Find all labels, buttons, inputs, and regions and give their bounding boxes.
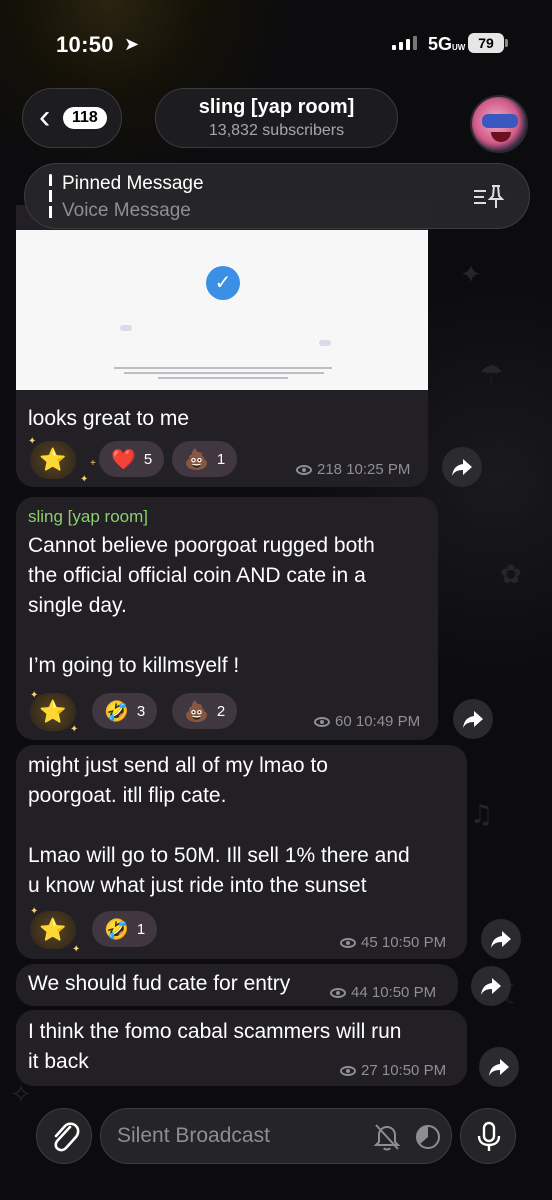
location-arrow-icon: ➤ bbox=[124, 34, 140, 54]
pinned-title: Pinned Message bbox=[62, 173, 204, 194]
message-text: Cannot believe poorgoat rugged both the … bbox=[28, 534, 375, 677]
reaction-rofl[interactable]: 🤣 1 bbox=[92, 911, 158, 947]
bell-off-icon[interactable] bbox=[373, 1122, 401, 1152]
image-dot bbox=[319, 340, 331, 346]
image-text-line bbox=[114, 367, 332, 369]
views-eye-icon bbox=[340, 1066, 356, 1076]
message-meta: 45 10:50 PM bbox=[340, 934, 446, 951]
share-button[interactable] bbox=[471, 966, 511, 1006]
unread-count-badge: 118 bbox=[63, 107, 107, 129]
message-meta: 218 10:25 PM bbox=[296, 461, 410, 478]
sparkle-icon: ✦ bbox=[72, 944, 81, 955]
attach-button[interactable] bbox=[36, 1108, 92, 1164]
share-arrow-icon bbox=[481, 978, 501, 995]
views-eye-icon bbox=[314, 717, 330, 727]
channel-avatar[interactable] bbox=[470, 95, 528, 153]
doodle-icon: ✦ bbox=[460, 260, 482, 290]
reaction-poop[interactable]: 💩 1 bbox=[172, 441, 238, 477]
reaction-star[interactable]: ⭐ bbox=[30, 441, 76, 479]
pinned-subtitle: Voice Message bbox=[62, 200, 191, 221]
image-text-line bbox=[124, 372, 324, 374]
battery-icon: 79 bbox=[468, 33, 504, 53]
sparkle-icon: ✦ bbox=[30, 906, 39, 917]
share-arrow-icon bbox=[491, 931, 511, 948]
views-eye-icon bbox=[330, 988, 346, 998]
share-button[interactable] bbox=[479, 1047, 519, 1087]
message-meta: 27 10:50 PM bbox=[340, 1062, 446, 1079]
views-eye-icon bbox=[296, 465, 312, 475]
timer-icon[interactable] bbox=[413, 1122, 443, 1152]
pinned-indicator bbox=[49, 174, 52, 220]
image-dot bbox=[120, 325, 132, 331]
share-arrow-icon bbox=[452, 459, 472, 476]
reaction-heart[interactable]: ❤️ 5 bbox=[99, 441, 165, 477]
pin-list-icon[interactable] bbox=[472, 182, 506, 212]
back-button[interactable]: ‹ 118 bbox=[22, 88, 122, 148]
doodle-icon: ♫ bbox=[470, 800, 494, 830]
views-eye-icon bbox=[340, 938, 356, 948]
doodle-icon: ☂ bbox=[480, 360, 504, 390]
message-meta: 44 10:50 PM bbox=[330, 984, 436, 1001]
sparkle-icon: + bbox=[90, 458, 96, 469]
avatar-mouth bbox=[491, 132, 511, 142]
microphone-icon bbox=[477, 1121, 501, 1151]
sparkle-icon: ✦ bbox=[30, 690, 39, 701]
avatar-glasses bbox=[482, 114, 518, 128]
share-arrow-icon bbox=[463, 711, 483, 728]
paperclip-icon bbox=[54, 1122, 80, 1152]
sparkle-icon: ✦ bbox=[70, 724, 79, 735]
network-label: 5GUW bbox=[428, 34, 466, 54]
share-button[interactable] bbox=[442, 447, 482, 487]
image-text-line bbox=[158, 377, 288, 379]
message-meta: 60 10:49 PM bbox=[314, 713, 420, 730]
sender-name[interactable]: sling [yap room] bbox=[28, 507, 148, 527]
voice-record-button[interactable] bbox=[460, 1108, 516, 1164]
reaction-rofl[interactable]: 🤣 3 bbox=[92, 693, 158, 729]
chat-title: sling [yap room] bbox=[198, 96, 355, 118]
message-input[interactable]: Silent Broadcast bbox=[100, 1108, 452, 1164]
sparkle-icon: ✦ bbox=[28, 436, 37, 447]
input-placeholder: Silent Broadcast bbox=[117, 1124, 270, 1147]
pinned-message-bar[interactable]: Pinned Message Voice Message bbox=[24, 163, 530, 229]
message-text: looks great to me bbox=[28, 407, 190, 430]
battery-tip bbox=[505, 39, 508, 47]
reaction-poop[interactable]: 💩 2 bbox=[172, 693, 238, 729]
subscriber-count: 13,832 subscribers bbox=[208, 122, 345, 139]
message-text: We should fud cate for entry bbox=[28, 972, 291, 995]
message-image[interactable]: ✓ bbox=[16, 230, 428, 390]
chat-title-pill[interactable]: sling [yap room] 13,832 subscribers bbox=[155, 88, 398, 148]
verified-badge-icon: ✓ bbox=[206, 266, 240, 300]
share-button[interactable] bbox=[481, 919, 521, 959]
share-button[interactable] bbox=[453, 699, 493, 739]
doodle-icon: ✿ bbox=[500, 560, 522, 590]
share-arrow-icon bbox=[489, 1059, 509, 1076]
sparkle-icon: ✦ bbox=[80, 474, 89, 485]
status-time: 10:50 bbox=[56, 32, 114, 57]
chevron-left-icon: ‹ bbox=[39, 98, 51, 136]
signal-icon bbox=[392, 36, 417, 50]
message-text: might just send all of my lmao to poorgo… bbox=[28, 754, 410, 897]
status-bar: 10:50 ➤ 5GUW 79 bbox=[0, 28, 552, 62]
